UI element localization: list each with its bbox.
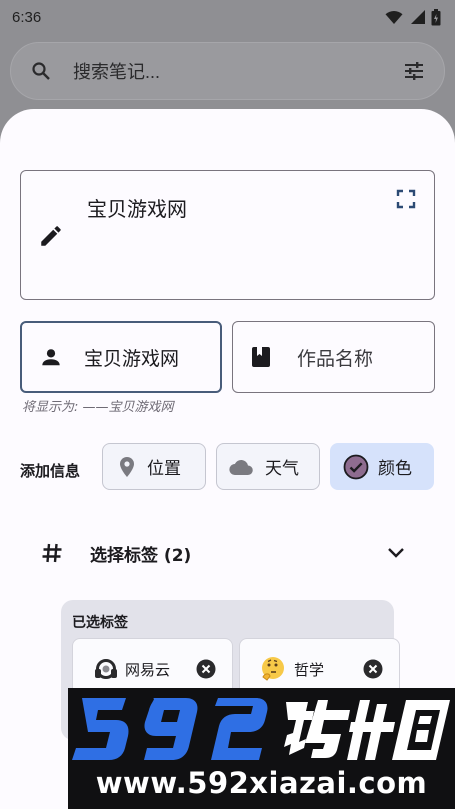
battery-icon <box>431 8 441 25</box>
weather-chip[interactable]: 天气 <box>216 443 320 490</box>
author-field[interactable]: 宝贝游戏网 <box>20 321 222 393</box>
title-input[interactable]: 宝贝游戏网 <box>87 193 187 222</box>
edit-icon <box>41 226 61 246</box>
watermark: www.592xiazai.com <box>68 688 455 809</box>
display-hint: 将显示为: ——宝贝游戏网 <box>22 400 174 415</box>
work-name-field[interactable]: 作品名称 <box>232 321 435 393</box>
color-chip[interactable]: 颜色 <box>330 443 434 490</box>
location-chip-label: 位置 <box>147 459 181 479</box>
person-icon <box>42 349 60 366</box>
book-icon <box>252 347 270 367</box>
remove-tag-icon[interactable] <box>196 659 216 679</box>
fullscreen-icon[interactable] <box>396 189 416 209</box>
work-name-input[interactable]: 作品名称 <box>297 344 373 371</box>
headphones-emoji <box>95 659 117 679</box>
check-circle-icon <box>343 454 369 479</box>
add-info-label: 添加信息 <box>20 462 81 480</box>
status-bar: 6:36 <box>0 0 455 34</box>
tag-label-philosophy: 哲学 <box>294 660 325 679</box>
location-icon <box>120 456 134 477</box>
search-bar[interactable]: 搜索笔记... <box>10 42 445 100</box>
tag-selector-title: 选择标签 (2) <box>90 545 192 566</box>
cloud-icon <box>229 459 253 475</box>
signal-icon <box>411 10 425 24</box>
remove-tag-icon[interactable] <box>363 659 383 679</box>
color-chip-label: 颜色 <box>378 459 412 479</box>
weather-chip-label: 天气 <box>265 459 299 479</box>
search-icon[interactable] <box>31 61 51 81</box>
search-input[interactable]: 搜索笔记... <box>73 58 404 84</box>
title-field[interactable]: 宝贝游戏网 <box>20 170 435 300</box>
wifi-icon <box>385 10 403 24</box>
chevron-down-icon[interactable] <box>387 547 405 559</box>
status-time: 6:36 <box>12 8 42 26</box>
watermark-url: www.592xiazai.com <box>95 766 428 800</box>
thinking-face-emoji <box>262 657 284 681</box>
tune-icon[interactable] <box>404 62 424 80</box>
hash-icon <box>42 543 62 563</box>
tag-label-netease: 网易云 <box>125 660 171 679</box>
location-chip[interactable]: 位置 <box>102 443 206 490</box>
selected-tags-title: 已选标签 <box>72 615 128 631</box>
status-icons <box>385 8 441 26</box>
author-input[interactable]: 宝贝游戏网 <box>84 344 179 371</box>
tag-selector[interactable]: 选择标签 (2) <box>40 537 405 569</box>
watermark-logo <box>72 698 450 760</box>
